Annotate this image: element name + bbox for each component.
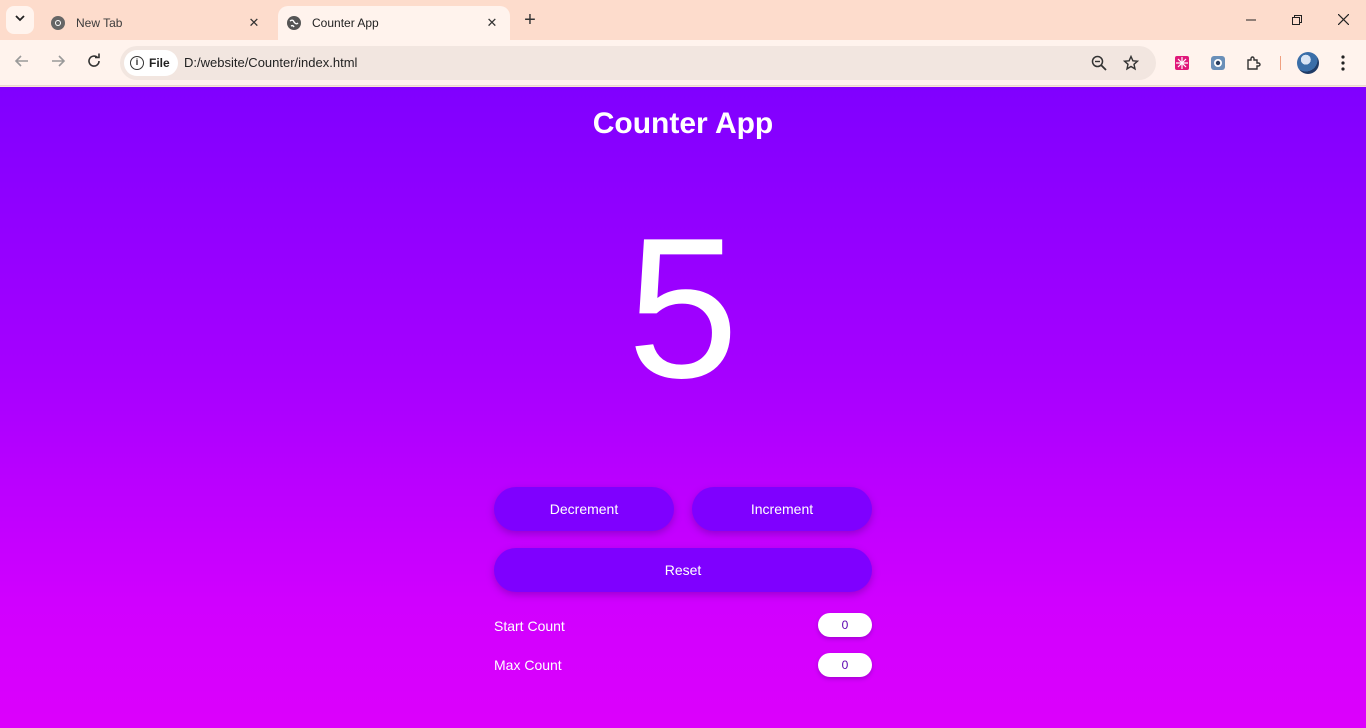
url-text[interactable]: D:/website/Counter/index.html — [184, 55, 357, 70]
window-close-button[interactable] — [1320, 0, 1366, 40]
toolbar-separator — [1280, 56, 1281, 70]
close-icon[interactable]: ✕ — [482, 13, 502, 33]
plus-icon: + — [524, 8, 536, 31]
tab-new-tab[interactable]: New Tab ✕ — [40, 6, 272, 40]
start-count-input[interactable] — [818, 613, 872, 637]
star-icon[interactable] — [1120, 52, 1142, 74]
increment-button[interactable]: Increment — [692, 487, 872, 531]
close-icon[interactable]: ✕ — [244, 13, 264, 33]
address-bar[interactable]: i File D:/website/Counter/index.html — [120, 46, 1156, 80]
reset-button[interactable]: Reset — [494, 548, 872, 592]
tab-title: Counter App — [312, 16, 379, 30]
window-close-icon — [1337, 12, 1349, 28]
zoom-out-icon[interactable] — [1088, 52, 1110, 74]
restore-icon — [1292, 12, 1302, 28]
tab-counter-app[interactable]: Counter App ✕ — [278, 6, 510, 40]
forward-arrow-icon — [50, 53, 66, 74]
tab-strip: New Tab ✕ Counter App ✕ + — [0, 0, 1366, 40]
tab-search-button[interactable] — [6, 6, 34, 34]
kebab-menu-icon[interactable] — [1332, 52, 1354, 74]
site-chip-label: File — [149, 56, 170, 70]
extension-grid-icon[interactable] — [1171, 52, 1193, 74]
page-title: Counter App — [592, 107, 774, 140]
minimize-icon — [1246, 12, 1256, 28]
back-button[interactable] — [8, 49, 36, 77]
globe-icon — [286, 15, 302, 31]
new-tab-button[interactable]: + — [518, 8, 542, 32]
chrome-icon — [50, 15, 66, 31]
minimize-button[interactable] — [1228, 0, 1274, 40]
restore-button[interactable] — [1274, 0, 1320, 40]
extension-camera-icon[interactable] — [1207, 52, 1229, 74]
decrement-button[interactable]: Decrement — [494, 487, 674, 531]
reload-icon — [86, 53, 102, 74]
site-info-chip[interactable]: i File — [124, 50, 178, 76]
profile-avatar[interactable] — [1297, 52, 1319, 74]
counter-app-page: Counter App 5 Decrement Increment Reset … — [0, 87, 1366, 728]
forward-button[interactable] — [44, 49, 72, 77]
browser-toolbar: i File D:/website/Counter/index.html — [0, 40, 1366, 86]
puzzle-icon[interactable] — [1243, 52, 1265, 74]
reload-button[interactable] — [80, 49, 108, 77]
info-icon: i — [130, 56, 144, 70]
start-count-label: Start Count — [494, 618, 565, 634]
max-count-input[interactable] — [818, 653, 872, 677]
counter-value: 5 — [627, 197, 739, 420]
max-count-label: Max Count — [494, 657, 562, 673]
tab-title: New Tab — [76, 16, 123, 30]
back-arrow-icon — [14, 53, 30, 74]
tab-search-icon — [14, 11, 26, 29]
